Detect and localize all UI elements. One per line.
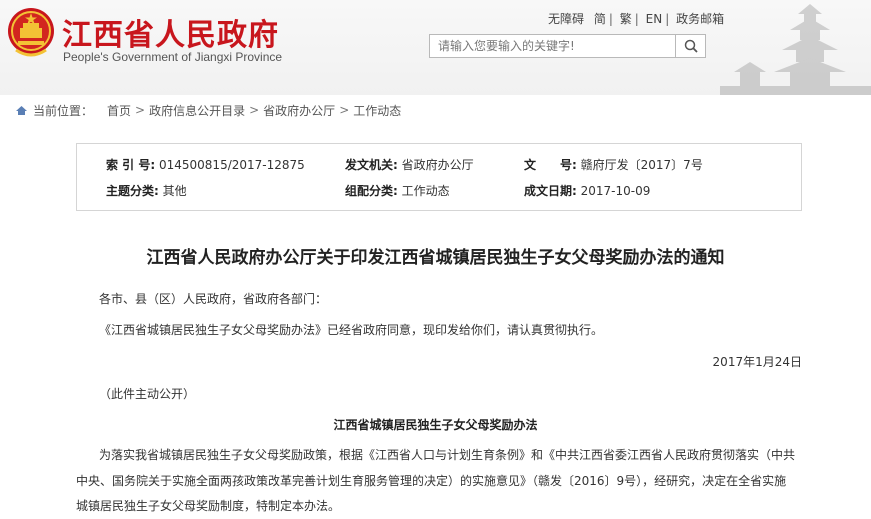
site-title[interactable]: 江西省人民政府 [62,10,279,54]
breadcrumb-separator: > [339,103,350,117]
search-icon [684,39,698,53]
link-separator: | [634,12,639,26]
breadcrumb-general-office[interactable]: 省政府办公厅 [263,102,335,119]
traditional-link[interactable]: 繁 [620,10,632,27]
breadcrumb-separator: > [249,103,260,117]
article-subtitle: 江西省城镇居民独生子女父母奖励办法 [333,418,538,432]
breadcrumb-work-news[interactable]: 工作动态 [353,102,401,119]
article-paragraph-line: 中央、国务院关于实施全面两孩政策改革完善计划生育服务管理的决定）的实施意见》（赣… [76,474,787,488]
meta-index: 索 引 号: 014500815/2017-12875 [106,156,305,173]
meta-index-key: 索 引 号: [106,158,156,172]
meta-group-key: 组配分类: [345,184,398,198]
breadcrumb-info-catalog[interactable]: 政府信息公开目录 [149,102,245,119]
article-addressee: 各市、县（区）人民政府，省政府各部门： [99,292,328,306]
breadcrumb-separator: > [135,103,146,117]
meta-issuer-value: 省政府办公厅 [401,158,474,172]
site-subtitle: People's Government of Jiangxi Province [63,50,283,64]
simplified-link[interactable]: 简 [594,10,606,27]
top-links: 无障碍 简 | 繁 | EN | 政务邮箱 [548,10,724,27]
meta-topic: 主题分类: 其他 [106,182,187,199]
article-body: 《江西省城镇居民独生子女父母奖励办法》已经省政府同意，现印发给你们，请认真贯彻执… [99,323,604,337]
meta-issuer-key: 发文机关: [345,158,398,172]
meta-date-value: 2017-10-09 [580,184,651,198]
meta-doc-value: 赣府厅发〔2017〕7号 [580,158,703,172]
meta-group: 组配分类: 工作动态 [345,182,450,199]
meta-doc-key: 文 号: [524,158,577,172]
meta-issuer: 发文机关: 省政府办公厅 [345,156,474,173]
search-input[interactable] [430,35,674,57]
meta-topic-value: 其他 [162,184,187,198]
document-meta-table: 索 引 号: 014500815/2017-12875 发文机关: 省政府办公厅… [76,143,802,211]
meta-date-key: 成文日期: [524,184,577,198]
meta-group-value: 工作动态 [401,184,450,198]
search-box [429,34,706,58]
breadcrumb-label: 当前位置： [33,103,94,118]
home-icon [16,105,27,115]
article-paragraph-line: 城镇居民独生子女父母奖励制度，特制定本办法。 [76,499,341,513]
pagoda-decoration-icon [720,4,871,95]
meta-topic-key: 主题分类: [106,184,159,198]
article-date: 2017年1月24日 [712,355,802,369]
link-separator: | [665,12,670,26]
meta-index-value: 014500815/2017-12875 [158,158,305,172]
article-public-note: （此件主动公开） [99,387,196,401]
gov-mail-link[interactable]: 政务邮箱 [676,10,724,27]
breadcrumb-home[interactable]: 首页 [107,102,131,119]
site-header: 江西省人民政府 People's Government of Jiangxi P… [0,0,871,95]
link-separator: | [608,12,613,26]
national-emblem-icon[interactable] [6,6,56,58]
search-button[interactable] [675,35,705,57]
accessibility-link[interactable]: 无障碍 [548,10,584,27]
english-link[interactable]: EN [646,12,663,26]
article-title: 江西省人民政府办公厅关于印发江西省城镇居民独生子女父母奖励办法的通知 [146,248,725,268]
meta-doc-number: 文 号: 赣府厅发〔2017〕7号 [524,156,703,173]
article-paragraph-line: 为落实我省城镇居民独生子女父母奖励政策，根据《江西省人口与计划生育条例》和《中共… [99,448,796,462]
meta-date: 成文日期: 2017-10-09 [524,182,650,199]
breadcrumb: 当前位置： 首页 > 政府信息公开目录 > 省政府办公厅 > 工作动态 [16,101,401,119]
